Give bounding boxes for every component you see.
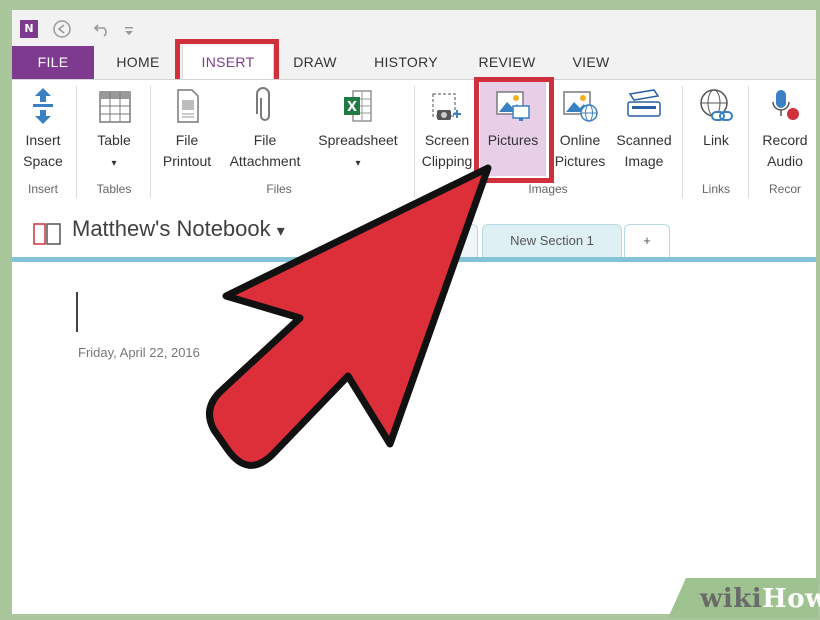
watermark-how: How bbox=[762, 584, 820, 614]
wikihow-watermark: wikiHow bbox=[668, 578, 820, 618]
watermark-text: wikiHow bbox=[700, 584, 820, 614]
tutorial-pointer-arrow bbox=[206, 164, 492, 469]
watermark-wiki: wiki bbox=[700, 584, 763, 614]
